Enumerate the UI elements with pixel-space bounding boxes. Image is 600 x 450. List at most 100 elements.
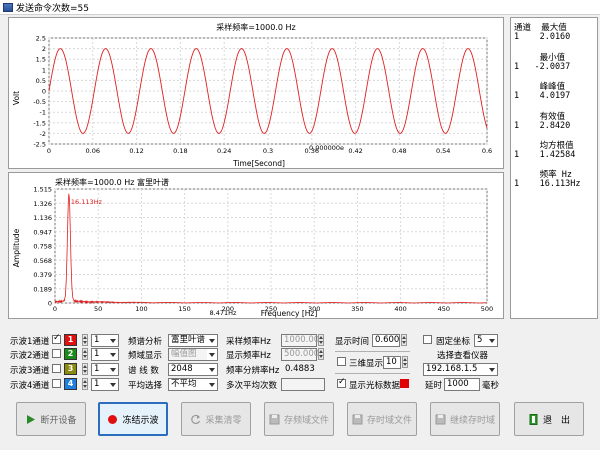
stats-row: 1 1.42584 (514, 150, 576, 160)
x-tick-label: 0.06 (86, 147, 100, 155)
3d-display-input[interactable]: 10 (383, 356, 401, 369)
channel-3-checkbox[interactable] (52, 364, 61, 373)
y-tick-label: 0.5 (36, 77, 46, 85)
time-y-label: Volt (12, 91, 21, 105)
3d-display-checkbox[interactable] (337, 357, 346, 366)
avg-count-input[interactable] (281, 378, 325, 391)
sample-rate-spinner[interactable] (318, 334, 324, 346)
disconnect-device-label: 断开设备 (40, 415, 77, 426)
save-time-file-button[interactable]: 存时域文件 (347, 402, 417, 436)
fixed-axis-select[interactable]: 5 (474, 334, 498, 347)
stats-row: 1 16.113Hz (514, 179, 581, 189)
x-tick-label: 0.6 (482, 147, 492, 155)
average-select[interactable]: 不平均 (168, 378, 218, 391)
collect-clear-label: 采集清零 (205, 415, 242, 426)
y-tick-label: 0.568 (33, 257, 52, 265)
channel-2-label: 示波2通道 (10, 351, 50, 361)
freeze-scope-button[interactable]: 冻结示波 (98, 402, 168, 436)
channel-2-checkbox[interactable] (52, 349, 61, 358)
time-annotation: 0.000000e (309, 144, 344, 152)
x-tick-label: 0.42 (348, 147, 362, 155)
cursor-data-label: 显示光标数据 (349, 381, 401, 391)
button-bar: 断开设备 冻结示波 采集清零 存频域文件 存时域文件 继续存时域 退 出 (0, 394, 600, 450)
save-icon (435, 414, 446, 425)
time-domain-plot[interactable]: 采样频率=1000.0 Hz 0 0.06 0.12 0.18 0.24 0.3 0.36 0… (8, 17, 504, 169)
y-tick-label: 0.758 (33, 243, 52, 251)
time-x-label: Time[Second] (232, 159, 285, 168)
channel-4-checkbox[interactable] (52, 379, 61, 388)
y-tick-label: -2.5 (33, 141, 46, 149)
frequency-domain-plot[interactable]: 采样频率=1000.0 Hz 富里叶谱 0 50 100 150 200 250 300 35… (8, 172, 504, 319)
spectral-lines-select[interactable]: 2048 (168, 363, 218, 376)
channel-3-select[interactable]: 1 (91, 363, 119, 376)
cursor-color-swatch[interactable] (400, 379, 409, 388)
channel-1-spinner[interactable] (82, 334, 88, 346)
channel-4-label: 示波4通道 (10, 381, 50, 391)
frequency-domain-chart: 采样频率=1000.0 Hz 富里叶谱 0 50 100 150 200 250 300 35… (12, 177, 493, 318)
x-tick-label: 50 (94, 305, 102, 313)
save-icon (352, 414, 363, 425)
channel-4-spinner[interactable] (82, 378, 88, 390)
peak-label: 16.113Hz (71, 198, 103, 206)
channel-1-select[interactable]: 1 (91, 334, 119, 347)
continue-save-label: 继续存时域 (449, 415, 495, 426)
channel-2-spinner[interactable] (82, 348, 88, 360)
y-tick-label: 1.5 (36, 56, 46, 64)
time-domain-chart: 采样频率=1000.0 Hz 0 0.06 0.12 0.18 0.24 0.3 0.36 0… (12, 22, 492, 168)
channel-3-color[interactable]: 3 (64, 363, 77, 375)
y-tick-label: 1 (42, 66, 46, 74)
select-instrument-label: 选择查看仪器 (437, 351, 489, 361)
save-freq-file-button[interactable]: 存频域文件 (264, 402, 334, 436)
stats-row: 1 4.0197 (514, 91, 571, 101)
y-tick-label: -1 (40, 109, 46, 117)
x-tick-label: 100 (135, 305, 147, 313)
x-tick-label: 350 (351, 305, 363, 313)
channel-2-color[interactable]: 2 (64, 348, 77, 360)
y-tick-label: 0.189 (33, 285, 52, 293)
channel-1-label: 示波1通道 (10, 337, 50, 347)
x-tick-label: 500 (481, 305, 493, 313)
average-select-label: 平均选择 (128, 381, 163, 391)
instrument-ip-select[interactable]: 192.168.1.5 (423, 363, 498, 376)
channel-3-spinner[interactable] (82, 363, 88, 375)
3d-display-spinner[interactable] (402, 356, 408, 368)
channel-4-select[interactable]: 1 (91, 378, 119, 391)
x-tick-label: 0.3 (263, 147, 273, 155)
display-rate-spinner[interactable] (318, 348, 324, 360)
disconnect-device-button[interactable]: 断开设备 (16, 402, 86, 436)
delay-label: 延时 (425, 381, 443, 391)
x-tick-label: 0.12 (129, 147, 143, 155)
display-rate-input[interactable]: 500.000 (281, 348, 319, 361)
channel-4-color[interactable]: 4 (64, 378, 77, 390)
3d-display-label: 三维显示 (349, 359, 384, 369)
display-time-input[interactable]: 0.600 (372, 334, 400, 347)
control-area: 示波1通道 1 1 示波2通道 2 1 示波3通道 3 1 示波4通道 4 1 … (0, 320, 600, 392)
fixed-axis-checkbox[interactable] (423, 335, 432, 344)
freq-chart-title: 采样频率=1000.0 Hz 富里叶谱 (55, 177, 169, 187)
channel-1-color[interactable]: 1 (64, 334, 77, 346)
record-icon (107, 414, 118, 425)
freq-resolution-label: 频率分辨率Hz (226, 366, 280, 376)
save-icon (269, 414, 280, 425)
continue-save-button[interactable]: 继续存时域 (430, 402, 500, 436)
freq-display-select[interactable]: 幅值图 (168, 348, 218, 361)
spectrum-analysis-select[interactable]: 富里叶谱 (168, 334, 218, 347)
x-tick-label: 450 (438, 305, 450, 313)
cursor-data-checkbox[interactable] (337, 377, 346, 388)
stats-row: 1 -2.0037 (514, 62, 571, 72)
collect-clear-button[interactable]: 采集清零 (181, 402, 251, 436)
exit-button[interactable]: 退 出 (514, 402, 584, 436)
sample-rate-input[interactable]: 1000.000 (281, 334, 325, 347)
y-tick-label: 0 (48, 300, 52, 308)
delay-input[interactable]: 1000 (444, 378, 480, 391)
exit-label: 退 出 (542, 415, 570, 426)
channel-1-checkbox[interactable] (52, 333, 61, 344)
app-icon (3, 2, 13, 12)
y-tick-label: 2 (42, 45, 46, 53)
freeze-scope-label: 冻结示波 (122, 415, 159, 426)
display-time-spinner[interactable] (401, 334, 407, 346)
x-tick-label: 0.48 (392, 147, 406, 155)
channel-2-select[interactable]: 1 (91, 348, 119, 361)
y-tick-label: -2 (40, 130, 46, 138)
fixed-axis-label: 固定坐标 (436, 337, 471, 347)
